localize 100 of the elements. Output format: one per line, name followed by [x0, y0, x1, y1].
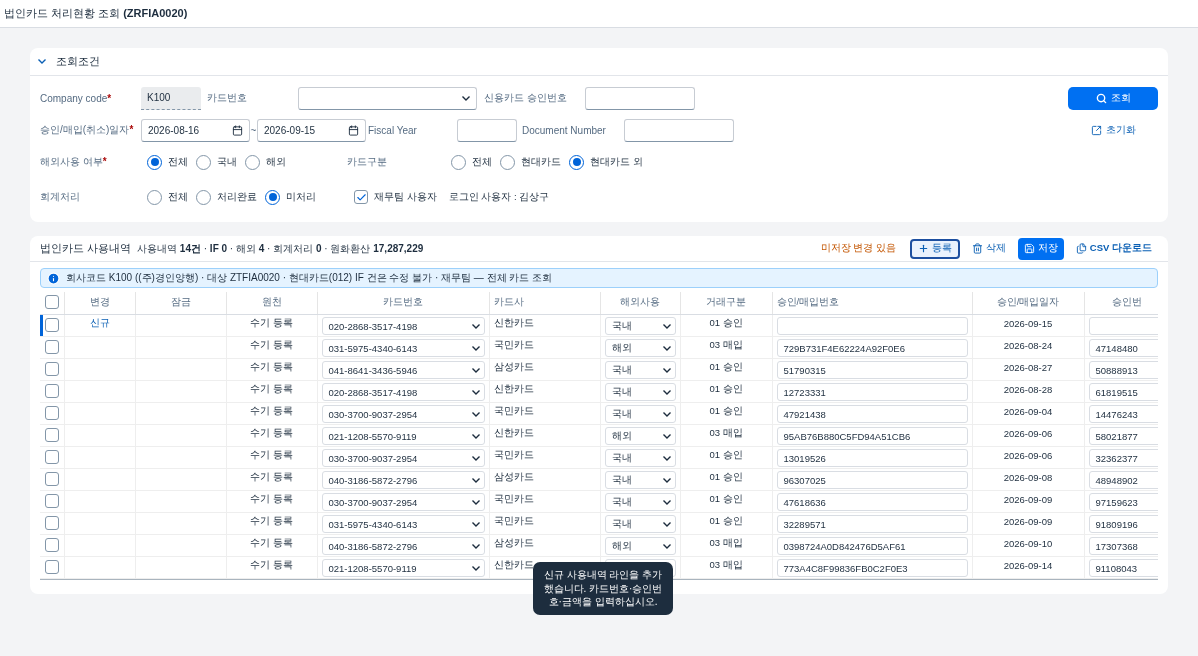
radio-option[interactable]: 전체 — [147, 189, 188, 205]
row-checkbox[interactable] — [44, 428, 59, 442]
approval-number-input[interactable] — [1088, 317, 1158, 335]
card-number-select[interactable]: 021-1208-5570-9119 — [321, 559, 485, 577]
row-checkbox[interactable] — [44, 494, 59, 508]
approval-number-input[interactable]: 58021877 — [1088, 427, 1158, 445]
card-number-select[interactable]: 030-3700-9037-2954 — [321, 405, 485, 423]
approval-number-input[interactable]: 17307368 — [1088, 537, 1158, 555]
chevron-down-icon — [662, 323, 671, 329]
approval-number-input[interactable]: 13019526 — [776, 449, 968, 467]
radio-option[interactable]: 현대카드 외 — [569, 154, 643, 170]
radio-button[interactable] — [196, 154, 211, 170]
finance-user-checkbox[interactable]: 재무팀 사용자 — [354, 190, 437, 204]
add-button[interactable]: 등록 — [909, 238, 960, 259]
card-number-select[interactable]: 030-3700-9037-2954 — [321, 493, 485, 511]
approval-number-input[interactable]: 51790315 — [776, 361, 968, 379]
source-cell: 수기 등록 — [250, 536, 293, 548]
fiscal-year-input[interactable] — [457, 118, 517, 142]
save-button[interactable]: 저장 — [1017, 237, 1064, 260]
row-checkbox[interactable] — [44, 384, 59, 398]
reset-button[interactable]: 초기화 — [1068, 122, 1158, 138]
overseas-select[interactable]: 국내 — [604, 383, 676, 401]
trash-icon — [971, 243, 983, 254]
overseas-select[interactable]: 국내 — [604, 493, 676, 511]
approval-number-input[interactable]: 95AB76B880C5FD94A51CB6 — [776, 427, 968, 445]
row-checkbox[interactable] — [44, 538, 59, 552]
csv-button[interactable]: CSV 다운로드 — [1069, 238, 1158, 259]
approval-number-input[interactable]: 32362377 — [1088, 449, 1158, 467]
card-number-select[interactable]: 040-3186-5872-2796 — [321, 471, 485, 489]
row-checkbox[interactable] — [44, 516, 59, 530]
date-field[interactable]: 2026-08-16 — [141, 118, 250, 142]
message-toast: 신규 사용내역 라인을 추가했습니다. 카드번호·승인번호·금액을 입력하십시오. — [533, 562, 673, 615]
radio-button[interactable] — [569, 154, 584, 170]
card-number-select[interactable] — [298, 86, 477, 110]
overseas-select[interactable]: 해외 — [604, 427, 676, 445]
radio-option[interactable]: 현대카드 — [500, 154, 561, 170]
card-number-select[interactable]: 020-2868-3517-4198 — [321, 383, 485, 401]
row-checkbox[interactable] — [44, 450, 59, 464]
radio-option[interactable]: 전체 — [147, 154, 188, 170]
approval-number-input[interactable]: 48948902 — [1088, 471, 1158, 489]
card-number-select[interactable]: 040-3186-5872-2796 — [321, 537, 485, 555]
approval-number-input[interactable]: 47618636 — [776, 493, 968, 511]
radio-button[interactable] — [451, 154, 466, 170]
approval-number-input[interactable]: 773A4C8F99836FB0C2F0E3 — [776, 559, 968, 577]
date-cell: 2026-09-09 — [1003, 515, 1053, 527]
approval-number-input[interactable]: 96307025 — [776, 471, 968, 489]
overseas-select[interactable]: 국내 — [604, 449, 676, 467]
overseas-select[interactable]: 국내 — [604, 361, 676, 379]
approval-number-input[interactable]: 12723331 — [776, 383, 968, 401]
search-button[interactable]: 조회 — [1068, 86, 1158, 110]
radio-button[interactable] — [147, 189, 162, 205]
overseas-select[interactable]: 국내 — [604, 405, 676, 423]
select-all-checkbox[interactable] — [44, 294, 59, 309]
row-checkbox[interactable] — [44, 560, 59, 574]
radio-button[interactable] — [265, 189, 280, 205]
approval-number-input[interactable] — [585, 86, 695, 110]
chevron-down-icon[interactable] — [38, 59, 46, 64]
overseas-select[interactable]: 해외 — [604, 339, 676, 357]
radio-button[interactable] — [196, 189, 211, 205]
card-number-select[interactable]: 041-8641-3436-5946 — [321, 361, 485, 379]
approval-number-input[interactable]: 91809196 — [1088, 515, 1158, 533]
approval-number-input[interactable]: 47921438 — [776, 405, 968, 423]
radio-button[interactable] — [500, 154, 515, 170]
radio-option[interactable]: 국내 — [196, 154, 237, 170]
overseas-select[interactable]: 해외 — [604, 537, 676, 555]
approval-number-input[interactable] — [776, 317, 968, 335]
row-checkbox[interactable] — [44, 472, 59, 486]
radio-option[interactable]: 해외 — [245, 154, 286, 170]
chevron-down-icon — [471, 455, 480, 461]
delete-button[interactable]: 삭제 — [965, 238, 1012, 259]
card-number-select[interactable]: 030-3700-9037-2954 — [321, 449, 485, 467]
date-field[interactable]: 2026-09-15 — [257, 118, 366, 142]
document-number-input[interactable] — [624, 118, 734, 142]
radio-button[interactable] — [147, 154, 162, 170]
approval-number-input[interactable]: 47148480 — [1088, 339, 1158, 357]
approval-number-input[interactable]: 0398724A0D842476D5AF61 — [776, 537, 968, 555]
card-number-select[interactable]: 031-5975-4340-6143 — [321, 515, 485, 533]
row-checkbox[interactable] — [44, 340, 59, 354]
approval-number-input[interactable]: 61819515 — [1088, 383, 1158, 401]
approval-number-input[interactable]: 91108043 — [1088, 559, 1158, 577]
field-label: Document Number — [522, 124, 606, 136]
approval-number-input[interactable]: 729B731F4E62224A92F0E6 — [776, 339, 968, 357]
radio-option[interactable]: 미처리 — [265, 189, 316, 205]
overseas-select[interactable]: 국내 — [604, 515, 676, 533]
card-number-select[interactable]: 021-1208-5570-9119 — [321, 427, 485, 445]
approval-number-input[interactable]: 32289571 — [776, 515, 968, 533]
overseas-select[interactable]: 국내 — [604, 317, 676, 335]
row-checkbox[interactable] — [44, 318, 59, 332]
chevron-down-icon — [662, 433, 671, 439]
approval-number-input[interactable]: 97159623 — [1088, 493, 1158, 511]
approval-number-input[interactable]: 50888913 — [1088, 361, 1158, 379]
card-number-select[interactable]: 031-5975-4340-6143 — [321, 339, 485, 357]
radio-option[interactable]: 전체 — [451, 154, 492, 170]
radio-option[interactable]: 처리완료 — [196, 189, 257, 205]
radio-button[interactable] — [245, 154, 260, 170]
overseas-select[interactable]: 국내 — [604, 471, 676, 489]
approval-number-input[interactable]: 14476243 — [1088, 405, 1158, 423]
card-number-select[interactable]: 020-2868-3517-4198 — [321, 317, 485, 335]
row-checkbox[interactable] — [44, 362, 59, 376]
row-checkbox[interactable] — [44, 406, 59, 420]
